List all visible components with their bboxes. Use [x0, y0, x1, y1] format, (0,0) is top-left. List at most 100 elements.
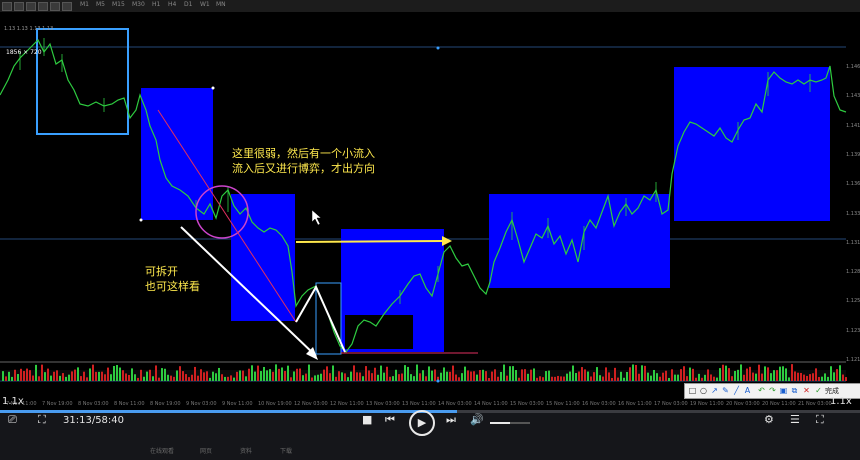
- zone-handle-1[interactable]: [139, 218, 143, 222]
- date-tick: 15 Nov 03:00: [510, 401, 544, 407]
- save-icon[interactable]: ▣: [779, 386, 788, 395]
- timeframe-h4[interactable]: H4: [168, 1, 176, 8]
- timeframe-d1[interactable]: D1: [184, 1, 192, 8]
- timeframe-mn[interactable]: MN: [216, 1, 226, 8]
- pen-icon[interactable]: ✎: [721, 386, 730, 395]
- confirm-label[interactable]: 完成: [825, 386, 839, 396]
- volume-bar: [383, 372, 385, 381]
- undo-icon[interactable]: ↶: [757, 386, 766, 395]
- taskbar-item-3[interactable]: 资料: [240, 446, 252, 455]
- volume-bar: [536, 377, 538, 381]
- date-tick: 8 Nov 03:00: [78, 401, 109, 407]
- speed-label-left[interactable]: 1.1x: [2, 396, 24, 407]
- volume-bar: [320, 373, 322, 381]
- zoom-in-icon[interactable]: [50, 2, 60, 11]
- date-tick: 16 Nov 03:00: [582, 401, 616, 407]
- zoom-out-icon[interactable]: [62, 2, 72, 11]
- zone-handle-2[interactable]: [211, 86, 215, 90]
- volume-bar: [623, 377, 625, 381]
- date-tick: 12 Nov 11:00: [330, 401, 364, 407]
- volume-bar: [707, 369, 709, 381]
- taskbar-item-4[interactable]: 下载: [280, 446, 292, 455]
- volume-bar: [458, 377, 460, 381]
- volume-bar: [779, 366, 781, 381]
- speed-label-right[interactable]: 1.1x: [830, 396, 852, 407]
- volume-bar: [233, 377, 235, 381]
- taskbar-item-1[interactable]: 在线观看: [150, 446, 174, 455]
- volume-bar: [218, 367, 220, 381]
- volume-bar: [425, 376, 427, 381]
- zone-rect-4[interactable]: [489, 194, 670, 288]
- fullscreen-icon[interactable]: ⛶: [816, 413, 824, 427]
- volume-bar: [179, 366, 181, 381]
- crosshair-icon[interactable]: [38, 2, 48, 11]
- volume-bar: [326, 366, 328, 381]
- ellipse-icon[interactable]: ○: [699, 386, 708, 395]
- volume-bar: [746, 368, 748, 381]
- volume-icon[interactable]: 🔊: [470, 413, 484, 426]
- mouse-cursor-icon: [311, 209, 322, 226]
- volume-bar: [572, 365, 574, 381]
- confirm-icon[interactable]: ✓: [814, 386, 823, 395]
- zone-rect-1[interactable]: [141, 88, 213, 220]
- app-menu-icon[interactable]: [2, 2, 12, 11]
- close-icon[interactable]: ✕: [802, 386, 811, 395]
- price-chart[interactable]: 1.13 1.13 1.13 1.13 1856 × 720 这里很弱，然后有一…: [0, 12, 860, 410]
- taskbar-item-2[interactable]: 网页: [200, 446, 212, 455]
- date-tick: 15 Nov 11:00: [546, 401, 580, 407]
- cursor-icon[interactable]: [26, 2, 36, 11]
- volume-bar: [191, 374, 193, 381]
- volume-bar: [392, 376, 394, 381]
- playlist-icon[interactable]: ☰: [790, 413, 800, 426]
- volume-bar: [47, 368, 49, 381]
- play-button[interactable]: ▶: [409, 410, 435, 436]
- volume-bar: [32, 375, 34, 381]
- line-handle-top[interactable]: [436, 46, 440, 50]
- volume-bar: [215, 373, 217, 381]
- volume-bar: [749, 366, 751, 381]
- copy-icon[interactable]: ⧉: [790, 386, 799, 395]
- volume-bar: [287, 365, 289, 381]
- timeframe-m1[interactable]: M1: [80, 1, 89, 8]
- volume-bar: [398, 374, 400, 381]
- stop-button[interactable]: ■: [362, 413, 372, 426]
- volume-bar: [449, 371, 451, 381]
- new-chart-icon[interactable]: [14, 2, 24, 11]
- zigzag-line[interactable]: [295, 284, 346, 353]
- line-handle-bottom[interactable]: [436, 379, 440, 383]
- volume-bar: [644, 365, 646, 381]
- redo-icon[interactable]: ↷: [768, 386, 777, 395]
- date-tick: 10 Nov 19:00: [258, 401, 292, 407]
- rect-icon[interactable]: □: [688, 386, 697, 395]
- annotation-main-line-2: 流入后又进行博弈，才出方向: [232, 162, 375, 175]
- timeframe-w1[interactable]: W1: [200, 1, 210, 8]
- volume-bar: [62, 373, 64, 381]
- text-icon[interactable]: A: [743, 386, 752, 395]
- volume-bar: [101, 371, 103, 381]
- timeframe-m15[interactable]: M15: [112, 1, 125, 8]
- timeframe-h1[interactable]: H1: [152, 1, 160, 8]
- timeframe-m5[interactable]: M5: [96, 1, 105, 8]
- zone-rect-5[interactable]: [674, 67, 830, 221]
- volume-bar: [518, 377, 520, 381]
- volume-bar: [140, 369, 142, 381]
- fullscreen-mini-icon[interactable]: ⛶: [38, 413, 46, 427]
- volume-bar: [230, 375, 232, 381]
- volume-bar: [752, 372, 754, 381]
- playback-time: 31:13/58:40: [63, 415, 125, 426]
- volume-bar: [482, 369, 484, 381]
- volume-bar: [602, 376, 604, 381]
- line-icon[interactable]: ╱: [732, 386, 741, 395]
- previous-button[interactable]: ⏮: [385, 413, 395, 427]
- arrow-icon[interactable]: ↗: [710, 386, 719, 395]
- volume-bar: [305, 373, 307, 381]
- next-button[interactable]: ⏭: [446, 413, 456, 427]
- volume-bar: [758, 364, 760, 381]
- pip-icon[interactable]: ⎚: [8, 413, 17, 427]
- timeframe-m30[interactable]: M30: [132, 1, 145, 8]
- yellow-arrow-line[interactable]: [295, 240, 445, 243]
- volume-bar: [356, 372, 358, 381]
- price-tick: 1.133: [846, 210, 860, 217]
- settings-icon[interactable]: ⚙: [764, 413, 774, 426]
- volume-bar: [563, 376, 565, 381]
